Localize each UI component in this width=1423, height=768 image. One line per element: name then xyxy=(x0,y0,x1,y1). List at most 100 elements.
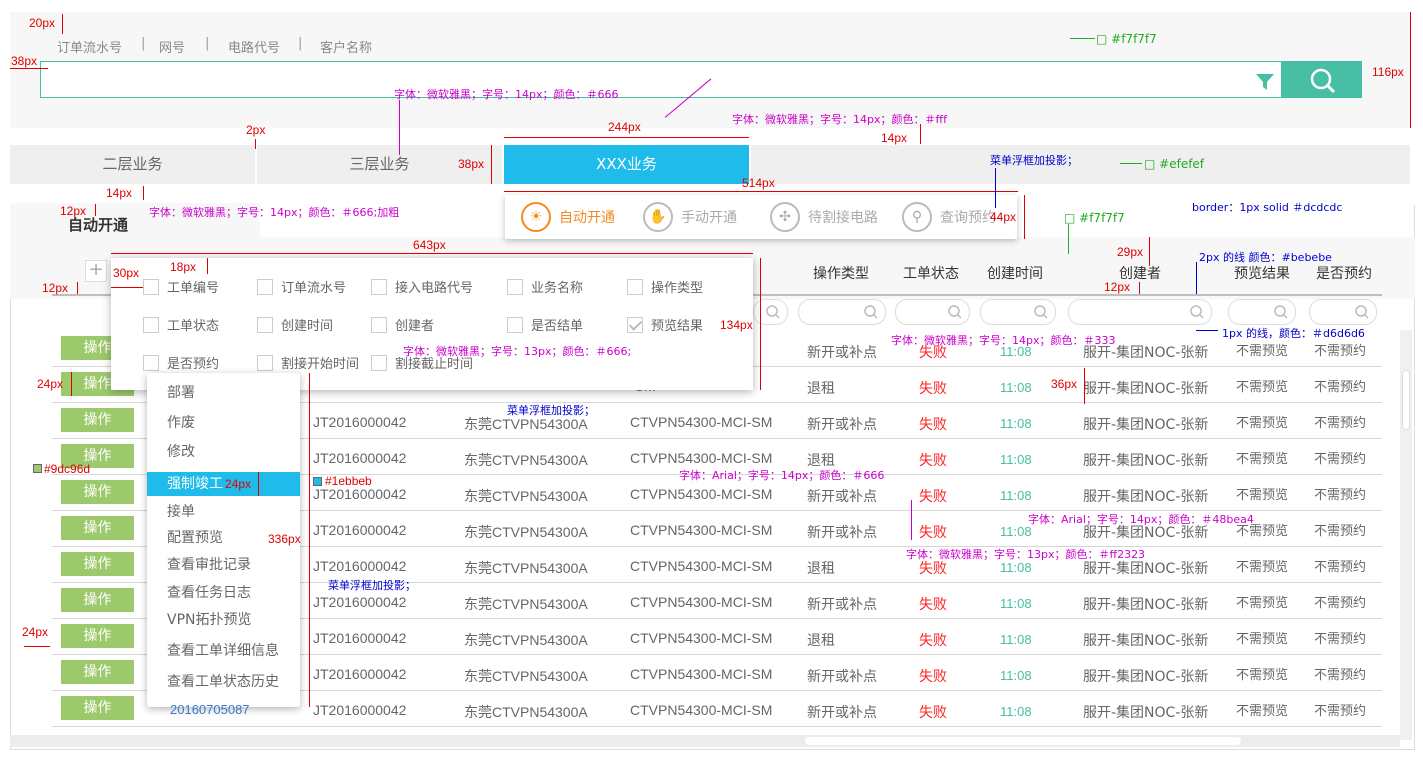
cell-order-no[interactable]: JT2016000042 xyxy=(313,522,406,538)
checkbox[interactable] xyxy=(143,278,159,295)
cell-op-type: 新开或补点 xyxy=(807,597,877,613)
biz-item-label: 自动开通 xyxy=(559,210,615,226)
context-menu-item[interactable]: 部署 xyxy=(147,381,300,405)
checkbox[interactable] xyxy=(257,278,273,295)
dim-label: 116px xyxy=(1372,65,1404,79)
biz-item-auto[interactable]: ☀ 自动开通 xyxy=(521,201,615,233)
biz-item-cutover[interactable]: ✣ 待割接电路 xyxy=(770,201,878,233)
dim-label: 38px xyxy=(458,157,485,171)
cell-create-time: 11:08 xyxy=(1000,452,1032,467)
field-tab-order-no[interactable]: 订单流水号 xyxy=(57,37,122,56)
checkbox[interactable] xyxy=(143,316,159,333)
cell-order-no[interactable]: JT2016000042 xyxy=(313,666,406,682)
checkbox[interactable] xyxy=(257,354,273,371)
column-picker-option[interactable]: 是否结单 xyxy=(507,315,583,334)
checkbox[interactable] xyxy=(143,354,159,371)
context-menu-item[interactable]: 强制竣工 xyxy=(147,472,300,496)
vertical-scroll-thumb[interactable] xyxy=(1402,370,1410,430)
hand-icon: ✋ xyxy=(643,202,673,232)
checkbox[interactable] xyxy=(257,316,273,333)
context-menu-item[interactable]: 查看审批记录 xyxy=(147,553,300,577)
col-header-create-time[interactable]: 创建时间 xyxy=(987,263,1043,283)
cell-order-no[interactable]: JT2016000042 xyxy=(313,702,406,718)
horizontal-scroll-thumb[interactable] xyxy=(805,737,1241,745)
checkbox[interactable] xyxy=(371,278,387,295)
checkbox[interactable] xyxy=(627,316,643,333)
row-op-button[interactable]: 操作 xyxy=(61,624,134,648)
cell-create-time: 11:08 xyxy=(1000,668,1032,683)
order-no-partial[interactable]: 20160705087 xyxy=(170,702,250,717)
row-op-button[interactable]: 操作 xyxy=(61,480,134,504)
filter-input-preview[interactable] xyxy=(1228,299,1296,325)
col-header-op-type[interactable]: 操作类型 xyxy=(813,263,869,283)
cell-preview: 不需预览 xyxy=(1236,344,1289,359)
color-swatch: #9dc96d xyxy=(44,462,91,476)
cell-order-no[interactable]: JT2016000042 xyxy=(313,486,406,502)
style-note: 2px 的线 颜色：#bebebe xyxy=(1199,251,1332,264)
biz-item-manual[interactable]: ✋ 手动开通 xyxy=(643,201,737,233)
context-menu-item[interactable]: 修改 xyxy=(147,440,300,464)
cell-order-no[interactable]: JT2016000042 xyxy=(313,414,406,430)
search-icon xyxy=(864,305,878,319)
cell-creator: 服开-集团NOC-张新 xyxy=(1083,705,1209,721)
cell-circuit-code: CTVPN54300-MCI-SM xyxy=(630,666,773,682)
column-picker-option[interactable]: 割接开始时间 xyxy=(257,353,359,372)
search-input[interactable] xyxy=(40,61,1282,98)
filter-icon[interactable] xyxy=(1255,72,1275,92)
cell-order-no[interactable]: JT2016000042 xyxy=(313,450,406,466)
row-op-button[interactable]: 操作 xyxy=(61,408,134,432)
column-picker-option[interactable]: 预览结果 xyxy=(627,315,703,334)
cell-order-no[interactable]: JT2016000042 xyxy=(313,630,406,646)
context-menu-item[interactable]: 查看工单详细信息 xyxy=(147,639,300,663)
cell-order-no[interactable]: JT2016000042 xyxy=(313,594,406,610)
column-picker-option[interactable]: 创建者 xyxy=(371,315,434,334)
cell-circuit-code: CTVPN54300-MCI-SM xyxy=(630,486,773,502)
cell-order-no[interactable]: JT2016000042 xyxy=(313,558,406,574)
field-tab-circuit-code[interactable]: 电路代号 xyxy=(228,37,280,56)
filter-input-time[interactable] xyxy=(980,299,1056,325)
filter-input-status[interactable] xyxy=(895,299,970,325)
filter-input-reserve[interactable] xyxy=(1309,299,1377,325)
field-tab-customer-name[interactable]: 客户名称 xyxy=(320,37,372,56)
filter-input[interactable] xyxy=(753,299,788,325)
style-note: 菜单浮框加投影； xyxy=(328,579,416,592)
column-picker-option[interactable]: 是否预约 xyxy=(143,353,219,372)
context-menu-item[interactable]: 查看任务日志 xyxy=(147,581,300,605)
col-header-reserve[interactable]: 是否预约 xyxy=(1316,263,1372,283)
context-menu-item[interactable]: 查看工单状态历史 xyxy=(147,670,300,694)
context-menu-item[interactable]: 作废 xyxy=(147,411,300,435)
row-op-button[interactable]: 操作 xyxy=(61,516,134,540)
cell-business-name: 东莞CTVPN54300A xyxy=(464,488,588,504)
field-tab-net-no[interactable]: 网号 xyxy=(159,37,185,56)
column-picker-option[interactable]: 创建时间 xyxy=(257,315,333,334)
context-menu-item[interactable]: 接单 xyxy=(147,500,300,524)
row-op-button[interactable]: 操作 xyxy=(61,588,134,612)
column-picker-option[interactable]: 业务名称 xyxy=(507,277,583,296)
column-picker-option[interactable]: 工单编号 xyxy=(143,277,219,296)
row-op-button[interactable]: 操作 xyxy=(61,660,134,684)
biz-item-reservation[interactable]: ⚲ 查询预约 xyxy=(902,201,996,233)
checkbox[interactable] xyxy=(627,278,643,295)
tab-layer2[interactable]: 二层业务 xyxy=(10,145,255,184)
column-picker-option[interactable]: 接入电路代号 xyxy=(371,277,473,296)
column-picker-option[interactable]: 订单流水号 xyxy=(257,277,346,296)
row-op-button[interactable]: 操作 xyxy=(61,552,134,576)
filter-input-creator[interactable] xyxy=(1068,299,1212,325)
col-header-status[interactable]: 工单状态 xyxy=(903,263,959,283)
filter-input-op-type[interactable] xyxy=(798,299,886,325)
field-separator: | xyxy=(141,36,146,51)
biz-item-label: 待割接电路 xyxy=(808,210,878,226)
cell-circuit-code: CTVPN54300-MCI-SM xyxy=(630,558,773,574)
row-op-button[interactable]: 操作 xyxy=(61,696,134,720)
column-picker-option[interactable]: 工单状态 xyxy=(143,315,219,334)
checkbox[interactable] xyxy=(507,316,523,333)
context-menu-item[interactable]: VPN拓扑预览 xyxy=(147,608,300,632)
column-picker-option[interactable]: 操作类型 xyxy=(627,277,703,296)
checkbox[interactable] xyxy=(507,278,523,295)
col-header-preview[interactable]: 预览结果 xyxy=(1234,263,1290,283)
tab-xxx-active[interactable]: XXX业务 xyxy=(504,145,749,184)
search-button[interactable] xyxy=(1282,61,1362,98)
checkbox[interactable] xyxy=(371,354,387,371)
add-column-button[interactable]: + xyxy=(85,260,107,282)
checkbox[interactable] xyxy=(371,316,387,333)
